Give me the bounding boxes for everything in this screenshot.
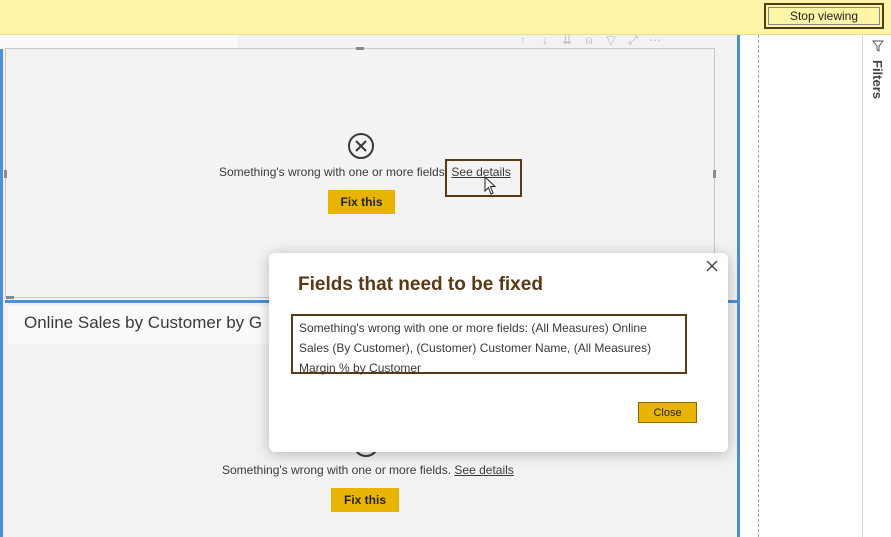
close-icon[interactable]: [703, 257, 721, 275]
visual2-title-text: Online Sales by Customer by G: [24, 313, 263, 332]
dialog-message: Something's wrong with one or more field…: [291, 314, 687, 375]
resize-handle-top[interactable]: [356, 47, 364, 50]
dialog-title: Fields that need to be fixed: [298, 274, 543, 295]
stop-viewing-button-focus-ring: [768, 7, 880, 25]
drill-down-icon[interactable]: ↓: [537, 34, 553, 47]
filter-visual-icon[interactable]: ▽: [603, 34, 619, 47]
filter-icon: [872, 40, 884, 52]
page-boundary-line: [758, 35, 759, 537]
visual1-title-area: [0, 35, 238, 49]
close-button[interactable]: Close: [638, 402, 697, 423]
visual2-error-text: Something's wrong with one or more field…: [222, 463, 452, 477]
visual1-fix-this-button[interactable]: Fix this: [328, 190, 395, 214]
visual2-error-message: Something's wrong with one or more field…: [222, 463, 514, 477]
canvas-right-border: [737, 35, 740, 537]
visual-header-toolbar: ↑ ↓ ⇊ ⍝ ▽ ⤢ ⋯: [515, 34, 715, 47]
canvas-left-border: [0, 35, 3, 537]
visual1-fix-label: Fix this: [340, 195, 383, 209]
visual2-title: Online Sales by Customer by G: [8, 306, 273, 344]
visual2-see-details-link[interactable]: See details: [454, 463, 513, 477]
filters-divider: [862, 35, 863, 537]
visual1-error-text: Something's wrong with one or more field…: [219, 165, 449, 179]
stop-viewing-button[interactable]: Stop viewing: [764, 3, 884, 29]
focus-mode-icon[interactable]: ⤢: [625, 34, 641, 47]
resize-handle-right[interactable]: [713, 170, 716, 178]
resize-handle-bottom-left[interactable]: [6, 296, 14, 299]
more-options-icon[interactable]: ⋯: [647, 34, 663, 47]
expand-hierarchy-icon[interactable]: ⍝: [581, 34, 597, 47]
filters-label: Filters: [870, 60, 885, 100]
visual2-fix-this-button[interactable]: Fix this: [331, 488, 399, 512]
error-circle-x-icon: [348, 133, 374, 159]
visual2-fix-label: Fix this: [343, 493, 386, 507]
drill-up-icon[interactable]: ↑: [515, 34, 531, 47]
resize-handle-left[interactable]: [4, 170, 7, 178]
expand-all-icon[interactable]: ⇊: [559, 34, 575, 47]
fields-to-fix-dialog: Fields that need to be fixed Something's…: [269, 253, 728, 452]
close-button-label: Close: [653, 406, 682, 419]
viewing-as-banner: Stop viewing: [0, 0, 891, 35]
filters-pane[interactable]: Filters: [866, 38, 890, 128]
mouse-pointer-icon: [484, 176, 497, 195]
